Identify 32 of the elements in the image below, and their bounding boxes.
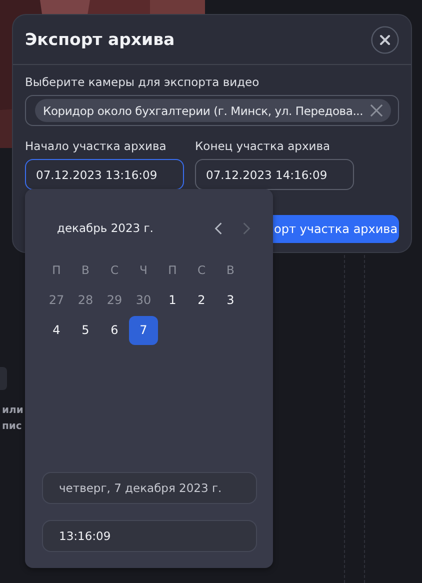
background-text: пис bbox=[2, 420, 23, 434]
month-label: декабрь 2023 г. bbox=[57, 221, 154, 235]
time-field[interactable]: 13:16:09 bbox=[42, 520, 257, 552]
weekday-label: В bbox=[82, 263, 90, 277]
date-field[interactable]: четверг, 7 декабря 2023 г. bbox=[42, 472, 257, 504]
calendar-day[interactable]: 30 bbox=[129, 286, 158, 314]
weekday-label: П bbox=[168, 263, 177, 277]
field-label: Конец участка архива bbox=[195, 138, 332, 154]
calendar-day[interactable]: 27 bbox=[42, 286, 71, 314]
weekday-label: П bbox=[52, 263, 61, 277]
weekday-label: С bbox=[110, 263, 119, 277]
previous-month-icon[interactable] bbox=[214, 222, 223, 234]
background-text: или bbox=[2, 404, 24, 418]
dialog-title: Экспорт архива bbox=[25, 30, 175, 49]
calendar-day[interactable]: 2 bbox=[187, 286, 216, 314]
calendar-day[interactable]: 5 bbox=[71, 316, 100, 344]
calendar-day[interactable]: 29 bbox=[100, 286, 129, 314]
field-label: Выберите камеры для экспорта видео bbox=[25, 74, 260, 90]
calendar-day[interactable]: 3 bbox=[216, 286, 245, 314]
calendar-day[interactable]: 28 bbox=[71, 286, 100, 314]
calendar-day[interactable]: 1 bbox=[158, 286, 187, 314]
weekday-label: В bbox=[226, 263, 234, 277]
close-button[interactable] bbox=[371, 26, 399, 54]
camera-chip[interactable]: Коридор около бухгалтерии (г. Минск, ул. Передова... bbox=[35, 99, 392, 122]
remove-icon[interactable] bbox=[370, 104, 384, 117]
calendar-day[interactable]: 6 bbox=[100, 316, 129, 344]
calendar-day[interactable]: 7 bbox=[129, 316, 158, 344]
camera-select[interactable]: Коридор около бухгалтерии (г. Минск, ул. Передова... bbox=[25, 95, 399, 126]
weekday-label: С bbox=[197, 263, 206, 277]
calendar-day[interactable]: 4 bbox=[42, 316, 71, 344]
weekday-label: Ч bbox=[140, 263, 148, 277]
field-label: Начало участка архива bbox=[25, 138, 168, 154]
